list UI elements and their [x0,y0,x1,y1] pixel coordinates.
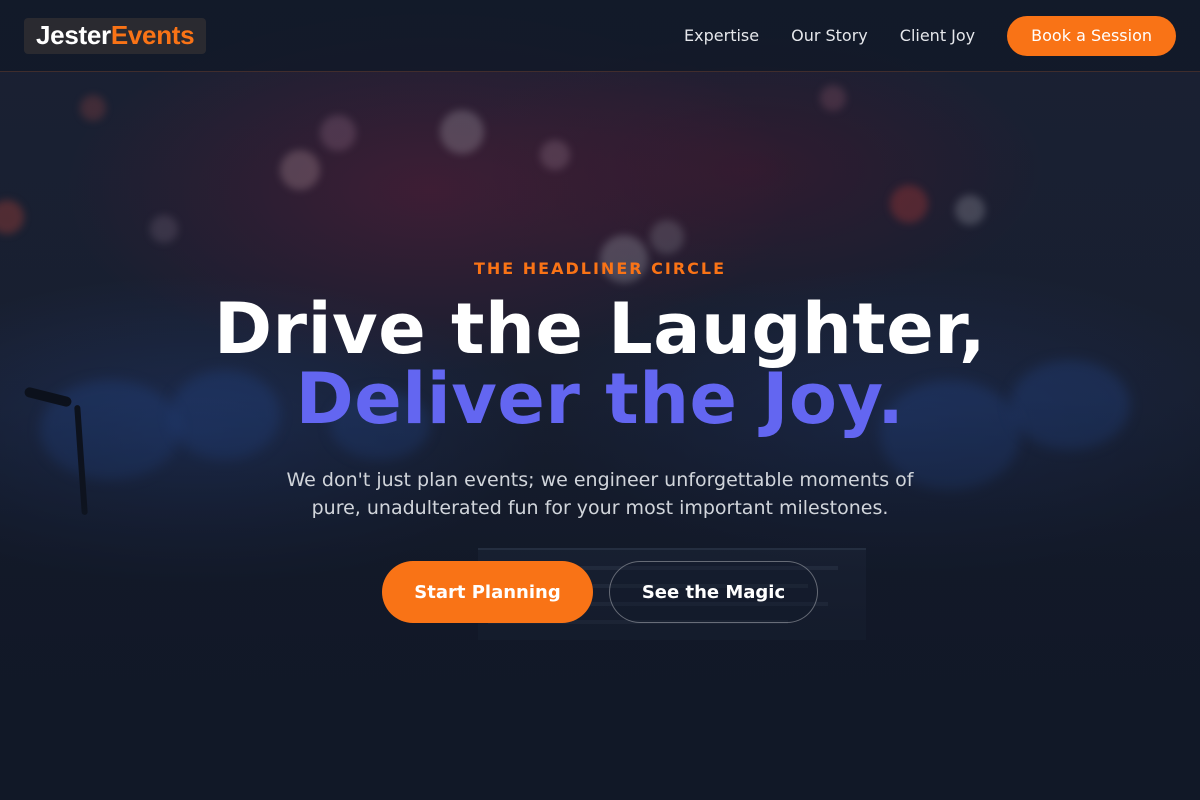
headline-line-1: Drive the Laughter, [213,288,987,370]
nav-link-our-story[interactable]: Our Story [791,26,868,45]
book-session-button[interactable]: Book a Session [1007,15,1176,56]
logo-text-accent: Events [110,20,195,50]
headline-line-2: Deliver the Joy. [295,358,905,440]
nav-link-expertise[interactable]: Expertise [684,26,759,45]
start-planning-button[interactable]: Start Planning [382,561,593,623]
hero-section: THE HEADLINER CIRCLE Drive the Laughter,… [0,72,1200,800]
nav-link-client-joy[interactable]: Client Joy [900,26,975,45]
hero-subtitle: We don't just plan events; we engineer u… [286,469,914,519]
hero-actions: Start Planning See the Magic [0,561,1200,623]
hero-headline: Drive the Laughter, Deliver the Joy. [0,294,1200,434]
hero-eyebrow: THE HEADLINER CIRCLE [473,259,727,278]
top-navigation: Jester Events Expertise Our Story Client … [0,0,1200,72]
see-magic-button[interactable]: See the Magic [609,561,818,623]
brand-logo[interactable]: Jester Events [24,17,207,54]
logo-text-primary: Jester [36,20,111,50]
nav-links: Expertise Our Story Client Joy Book a Se… [652,15,1176,56]
